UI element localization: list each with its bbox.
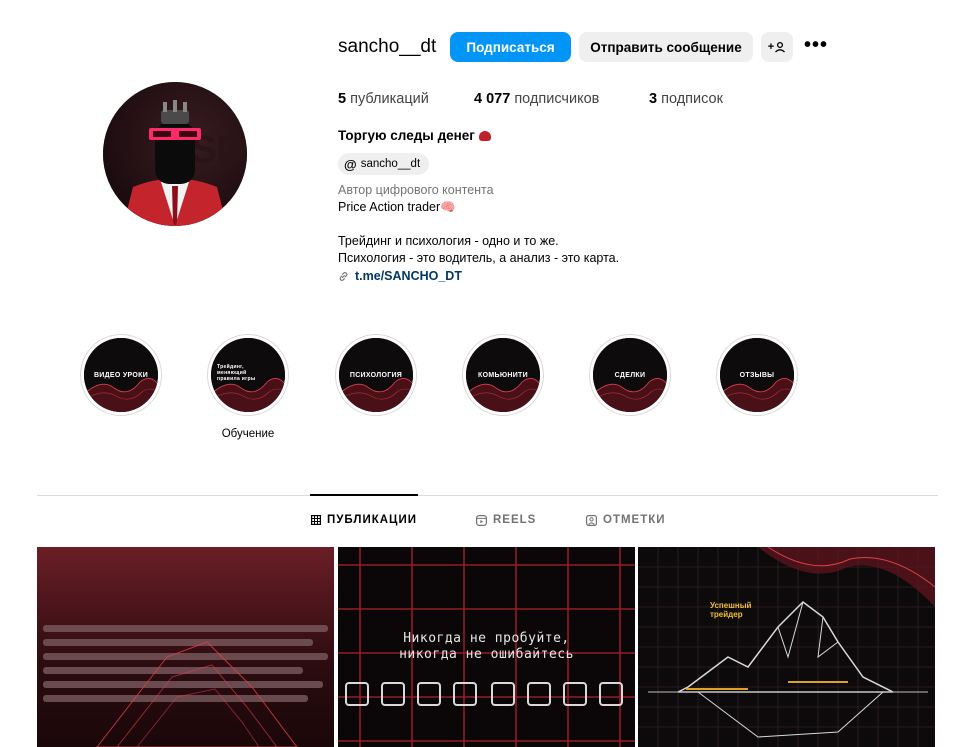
post-image [638, 547, 935, 747]
story-highlight[interactable]: ОТЗЫВЫ [716, 334, 798, 416]
highlight-title: КОМЬЮНИТИ [478, 372, 528, 379]
post-caption: Успешный трейдер [710, 601, 752, 619]
tabs-divider [37, 495, 938, 496]
highlight-cover: ОТЗЫВЫ [720, 338, 794, 412]
tab-tagged[interactable]: ОТМЕТКИ [586, 514, 666, 526]
posts-count: 5 [338, 91, 347, 107]
post-caption: Никогда не пробуйте, никогда не ошибайте… [399, 631, 574, 662]
tab-posts[interactable]: ПУБЛИКАЦИИ [311, 514, 417, 526]
posts-stat: 5 публикаций [338, 91, 429, 107]
followers-label: подписчиков [514, 91, 600, 107]
boxing-glove-icon [478, 131, 491, 141]
suggest-people-button[interactable]: + [761, 32, 793, 62]
highlight-title: ВИДЕО УРОКИ [93, 372, 149, 379]
highlight-caption: Обучение [221, 428, 275, 440]
reels-icon [476, 514, 487, 526]
story-highlight[interactable]: КОМЬЮНИТИ [462, 334, 544, 416]
highlight-cover: ВИДЕО УРОКИ [84, 338, 158, 412]
highlight-title: СДЕЛКИ [614, 372, 646, 379]
story-highlight[interactable]: СДЕЛКИ [589, 334, 671, 416]
highlight-title: ОТЗЫВЫ [739, 372, 775, 379]
story-highlight[interactable]: Трейдинг, меняющий правила игры [207, 334, 289, 416]
tab-reels[interactable]: REELS [476, 514, 536, 526]
profile-avatar[interactable]: SD [103, 82, 247, 226]
post-tile-3[interactable]: Успешный трейдер [638, 547, 935, 747]
story-highlight[interactable]: ПСИХОЛОГИЯ [335, 334, 417, 416]
send-message-button[interactable]: Отправить сообщение [579, 32, 753, 62]
threads-badge[interactable]: @ sancho__dt [338, 153, 430, 175]
following-count: 3 [649, 91, 658, 107]
post-image [37, 547, 334, 747]
post-tile-2[interactable]: Никогда не пробуйте, никогда не ошибайте… [338, 547, 635, 747]
highlight-cover: Трейдинг, меняющий правила игры [211, 338, 285, 412]
tagged-icon [586, 514, 597, 526]
followers-count: 4 077 [474, 91, 511, 107]
posts-label: публикаций [350, 91, 429, 107]
highlight-cover: КОМЬЮНИТИ [466, 338, 540, 412]
profile-link[interactable]: t.me/SANCHO_DT [338, 269, 462, 283]
following-label: подписок [661, 91, 723, 107]
profile-bio: Price Action trader🧠 Трейдинг и психолог… [338, 200, 620, 265]
profile-category: Автор цифрового контента [338, 183, 494, 197]
profile-display-name: Торгую следы денег [338, 128, 491, 143]
highlight-title: ПСИХОЛОГИЯ [349, 372, 403, 379]
more-options-icon[interactable]: ••• [804, 35, 830, 58]
threads-handle: sancho__dt [360, 158, 421, 170]
link-text: t.me/SANCHO_DT [355, 269, 462, 283]
followers-stat[interactable]: 4 077 подписчиков [474, 91, 599, 107]
link-icon [339, 271, 348, 281]
add-person-icon: + [768, 41, 786, 53]
follow-button[interactable]: Подписаться [450, 32, 571, 62]
post-tile-1[interactable] [37, 547, 334, 747]
grid-icon [311, 515, 321, 525]
threads-icon: @ [344, 156, 357, 172]
active-tab-indicator [310, 494, 418, 496]
profile-username: sancho__dt [338, 36, 437, 57]
story-highlight[interactable]: ВИДЕО УРОКИ [80, 334, 162, 416]
highlight-cover: ПСИХОЛОГИЯ [339, 338, 413, 412]
following-stat[interactable]: 3 подписок [649, 91, 723, 107]
avatar-image: SD [103, 82, 247, 226]
highlight-title: Трейдинг, меняющий правила игры [217, 364, 256, 382]
highlight-cover: СДЕЛКИ [593, 338, 667, 412]
